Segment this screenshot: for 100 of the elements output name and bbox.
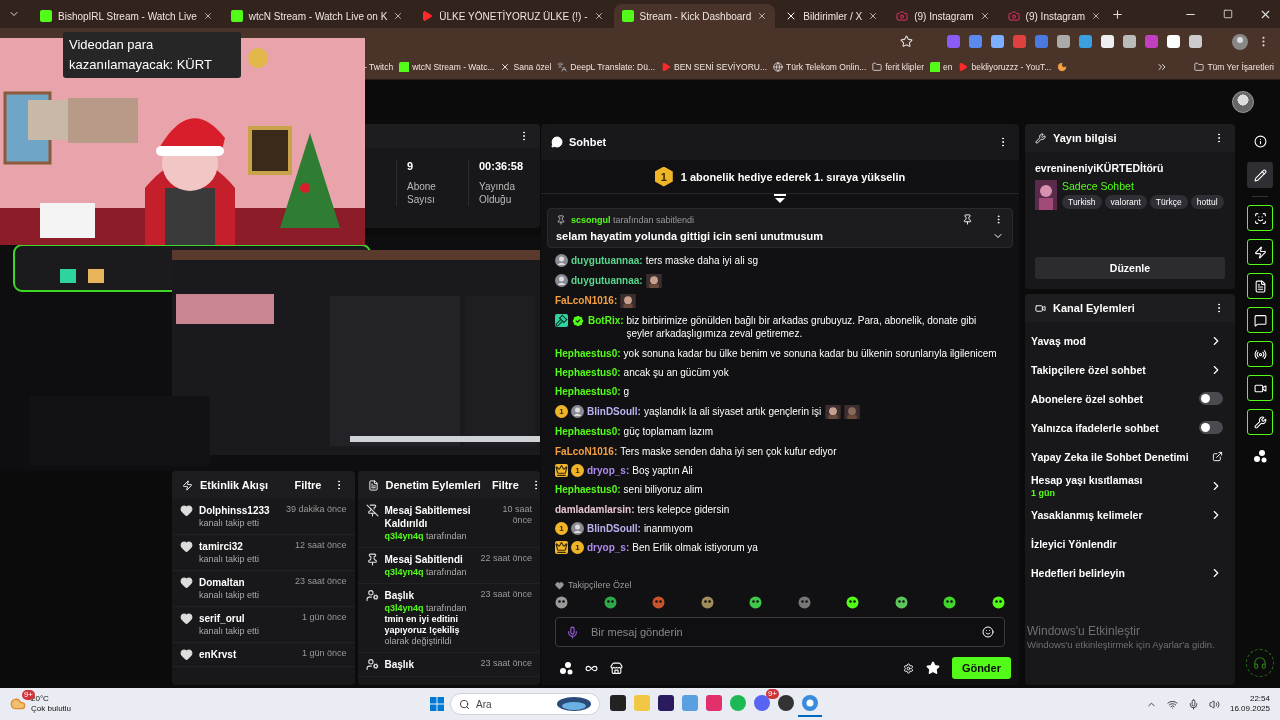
settings-icon[interactable] [902,662,914,674]
clock[interactable]: 22:54 16.09.2025 [1229,694,1270,714]
emote-icon[interactable] [943,596,957,609]
sidebar-button[interactable] [1247,341,1273,367]
emote-icon[interactable] [894,596,908,609]
filter-button[interactable]: Filtre [487,479,523,491]
bookmark[interactable]: - Twitch [364,62,394,72]
extension-icon[interactable] [1189,35,1202,48]
bookmark[interactable]: ferit klipler [872,62,924,72]
close-icon[interactable] [202,11,213,21]
emote-icon[interactable] [749,596,763,609]
browser-tab[interactable]: (9) Instagram [999,4,1110,28]
store-icon[interactable] [610,661,623,675]
volume-icon[interactable] [1208,698,1220,710]
browser-tab[interactable]: ÜLKE YÖNETİYORUZ ÜLKE (!) - [413,4,612,28]
action-label[interactable]: Hedefleri belirleyin [1031,566,1209,579]
bookmark[interactable]: en [930,62,953,72]
new-tab-icon[interactable] [1111,7,1125,21]
collapse-icon[interactable] [774,194,786,204]
action-label[interactable]: Takipçilere özel sohbet [1031,363,1209,376]
chat-username[interactable]: dryop_s: [587,541,630,555]
sidebar-button[interactable] [1247,307,1273,333]
maximize-icon[interactable] [1223,9,1233,19]
extension-icon[interactable] [1101,35,1114,48]
filter-button[interactable]: Filtre [290,479,326,491]
chat-username[interactable]: damladamlarsin: [555,502,635,516]
sidebar-button[interactable] [1247,273,1273,299]
extension-icon[interactable] [1167,35,1180,48]
chat-username[interactable]: duygutuannaa: [571,254,643,268]
extension-icon[interactable] [991,35,1004,48]
close-icon[interactable] [757,11,768,21]
bookmark[interactable] [1057,62,1068,72]
start-icon[interactable] [430,697,444,711]
action-label[interactable]: Yavaş mod [1031,334,1209,347]
send-button[interactable]: Gönder [951,657,1011,679]
pin-icon[interactable] [962,214,973,225]
sidebar-button[interactable] [1247,205,1273,231]
category-link[interactable]: Sadece Sohbet [1062,180,1225,192]
emoji-icon[interactable] [982,626,994,638]
chat-username[interactable]: Hephaestus0: [555,385,621,399]
all-bookmarks[interactable]: Tüm Yer İşaretleri [1194,62,1274,72]
search-field[interactable]: Ara [450,693,600,715]
action-label[interactable]: Yapay Zeka ile Sohbet Denetimi [1031,450,1212,463]
browser-tab[interactable]: Stream - Kick Dashboard [613,4,776,28]
chat-username[interactable]: Hephaestus0: [555,425,621,439]
emote-icon[interactable] [846,596,860,609]
chat-username[interactable]: Hephaestus0: [555,483,621,497]
browser-tab[interactable]: Bildirimler / X [777,4,887,28]
sidebar-button[interactable] [1247,162,1273,188]
action-label[interactable]: Hesap yaşı kısıtlaması [1031,473,1209,486]
close-icon[interactable] [979,11,990,21]
bookmark-star-icon[interactable] [900,35,913,48]
extension-icon[interactable] [1079,35,1092,48]
bookmark[interactable]: Sana özel [500,62,552,72]
message-field[interactable]: Bir mesaj gönderin [555,617,1005,647]
emote-icon[interactable] [700,596,714,609]
chat-username[interactable]: duygutuannaa: [571,273,643,287]
close-icon[interactable] [393,11,404,21]
browser-tab[interactable]: wtcN Stream - Watch Live on K [222,4,412,28]
toggle-switch[interactable] [1199,392,1223,405]
bookmark[interactable]: DeepL Translate: Dü... [557,62,656,72]
action-label[interactable]: Yalnızca ifadelerle sohbet [1031,421,1199,434]
chat-username[interactable]: FaLcoN1016: [555,293,618,307]
chat-username[interactable]: BlinDSoull: [587,522,641,536]
emote-icon[interactable] [603,596,617,609]
sidebar-button[interactable] [1247,409,1273,435]
star-icon[interactable] [925,661,940,675]
chat-username[interactable]: BotRix: [588,314,624,328]
chat-username[interactable]: dryop_s: [587,463,630,477]
emote-icon[interactable] [555,596,568,609]
bookmark[interactable]: bekliyoruzzz - YouT... [958,62,1052,72]
sidebar-button[interactable] [1247,375,1273,401]
chat-username[interactable]: Hephaestus0: [555,346,621,360]
external-link-icon[interactable] [1212,451,1223,462]
emote-icon[interactable] [991,596,1005,609]
extension-icon[interactable] [1123,35,1136,48]
toggle-switch[interactable] [1199,421,1223,434]
bookmark[interactable]: BEN SENİ SEVİYORU... [661,62,768,72]
sidebar-button[interactable] [1247,239,1273,265]
app-icon[interactable] [778,695,794,711]
close-icon[interactable] [1091,11,1102,21]
action-label[interactable]: Yasaklanmış kelimeler [1031,508,1209,521]
chat-username[interactable]: FaLcoN1016: [555,444,618,458]
extension-icon[interactable] [1057,35,1070,48]
message-input[interactable]: Bir mesaj gönderin [589,625,972,639]
bookmark[interactable]: wtcN Stream - Watc... [399,62,495,72]
event-text: kanalı takip etti [199,554,261,565]
close-icon[interactable] [868,11,879,21]
chat-username[interactable]: Hephaestus0: [555,366,621,380]
user-avatar[interactable] [1232,91,1254,113]
close-icon[interactable] [593,11,604,21]
profile-avatar[interactable] [1232,33,1248,50]
browser-tab[interactable]: BishopIRL Stream - Watch Live [32,4,221,28]
chat-username[interactable]: BlinDSoull: [587,404,641,418]
action-label[interactable]: Abonelere özel sohbet [1031,392,1199,405]
dots-icon[interactable] [559,661,573,675]
edit-button[interactable]: Düzenle [1035,257,1225,279]
action-label[interactable]: İzleyici Yönlendir [1031,537,1223,550]
bookmark[interactable]: Türk Telekom Onlin... [773,62,867,72]
browser-tab[interactable]: (9) Instagram [888,4,998,28]
